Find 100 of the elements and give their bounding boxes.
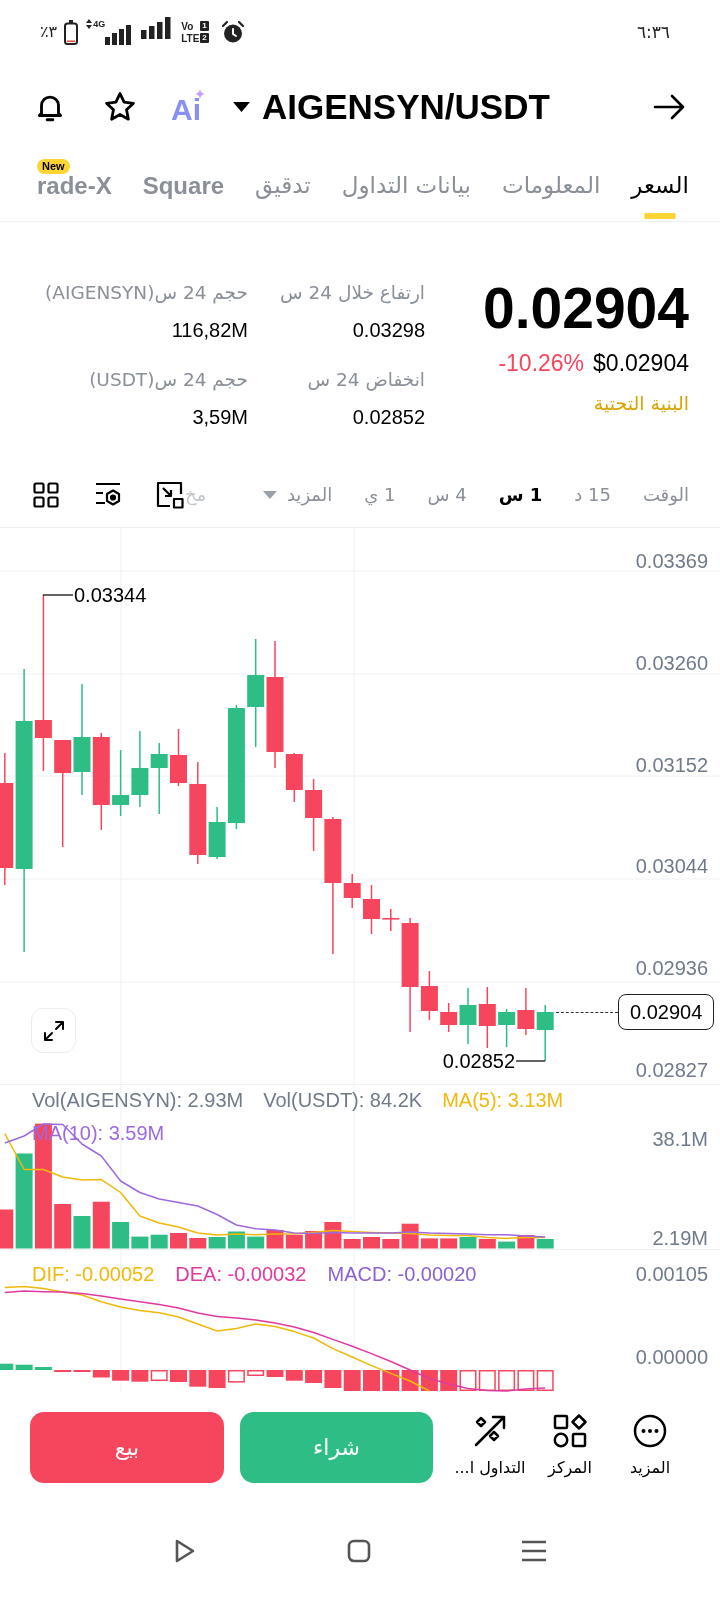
volume-bar [189, 1238, 207, 1249]
price-change: -10.26% [498, 349, 585, 377]
rounded-square-icon[interactable] [347, 1538, 371, 1564]
expand-button[interactable] [31, 1008, 76, 1053]
volume-bar [478, 1239, 496, 1249]
legend-label: MACD: -0.00020 [327, 1262, 477, 1286]
volume-bar [170, 1233, 187, 1249]
candle [363, 885, 380, 934]
volume-bar [285, 1234, 303, 1249]
volume-axis-label: 2.19M [652, 1225, 708, 1250]
stat-label: انخفاض 24 س [307, 368, 425, 392]
sim-slot-label: 2 [200, 33, 209, 43]
histogram-bar [305, 1370, 323, 1383]
histogram-bar [459, 1370, 477, 1391]
battery-icon [64, 19, 79, 45]
new-badge: New [37, 159, 70, 174]
star-icon[interactable] [103, 90, 137, 124]
stat-label: ارتفاع خلال 24 س [280, 281, 425, 305]
interval-tab[interactable]: 4 س [427, 482, 467, 507]
signal-icon [141, 16, 172, 39]
ai-assistant-button[interactable]: Ai [171, 89, 205, 125]
candle [170, 729, 187, 786]
stat-label: حجم 24 س(AIGENSYN) [45, 281, 248, 305]
arrow-square-icon[interactable] [156, 480, 184, 509]
usd-price: $0.02904 [593, 349, 689, 377]
low-price-label: 0.02852 [442, 1049, 515, 1073]
last-price-tag: 0.02904 [618, 994, 715, 1030]
price-axis-label: 0.03260 [635, 650, 708, 675]
legend-label: MA(5): 3.13M [442, 1088, 564, 1112]
volume-bar [459, 1237, 477, 1249]
tab[interactable]: New rade-X [37, 150, 112, 221]
buy-button[interactable]: شراء [240, 1412, 433, 1483]
trade-button[interactable]: التداول ا... [450, 1412, 530, 1480]
shapes-grid-icon [553, 1414, 587, 1448]
histogram-bar [382, 1370, 400, 1391]
histogram-bar [324, 1370, 342, 1388]
tab[interactable]: Square [142, 150, 225, 221]
volume-bar [440, 1238, 458, 1249]
candle [517, 988, 535, 1035]
grid-icon[interactable] [33, 481, 59, 508]
triangle-icon[interactable] [173, 1538, 197, 1564]
caret-icon [262, 490, 277, 499]
price-axis-label: 0.02936 [635, 956, 708, 981]
sparkle-icon [195, 89, 205, 99]
caret-icon[interactable] [233, 102, 250, 112]
tab[interactable]: المعلومات [502, 150, 601, 221]
stat-value: 3,59M [192, 405, 248, 429]
volume-bar [150, 1234, 168, 1249]
price-axis-label: 0.03044 [635, 854, 708, 879]
partially-hidden-tab[interactable]: مخ [185, 482, 207, 507]
volume-bar [536, 1239, 554, 1249]
legend-label: Vol(AIGENSYN): 2.93M [32, 1088, 244, 1112]
category-tag[interactable]: البنية التحتية [593, 391, 689, 415]
more-intervals-dropdown[interactable]: المزيد [262, 482, 333, 507]
macd-axis-label: 0.00000 [635, 1345, 708, 1369]
hub-button[interactable]: المركز [530, 1412, 610, 1480]
alarm-icon [220, 20, 245, 44]
percent-arrow-icon [473, 1414, 507, 1448]
interval-tab[interactable]: 15 د [574, 482, 611, 507]
battery-percent: ٣٪ [40, 22, 58, 42]
more-icon [633, 1414, 667, 1448]
settings-icon[interactable] [94, 481, 122, 508]
more-button[interactable]: المزيد [610, 1412, 690, 1480]
signal-icon [105, 25, 132, 45]
histogram-bar [440, 1370, 458, 1391]
tab[interactable]: بيانات التداول [341, 150, 471, 221]
interval-tab[interactable]: الوقت [642, 482, 689, 507]
data-arrows-icon [86, 19, 93, 29]
arrow-right-icon[interactable] [653, 94, 685, 120]
candle [478, 987, 496, 1048]
menu-icon[interactable] [521, 1538, 547, 1564]
interval-tab[interactable]: 1 ي [364, 482, 396, 507]
tab[interactable]: تدقيق [255, 150, 311, 221]
macd-axis-label: 0.00105 [635, 1262, 708, 1286]
stat-label: حجم 24 س(USDT) [89, 368, 248, 392]
candle [112, 750, 130, 816]
histogram-bar [517, 1370, 535, 1391]
sell-button[interactable]: بيع [30, 1412, 224, 1483]
histogram-bar [112, 1370, 130, 1381]
candle [498, 1009, 516, 1047]
leader-line [43, 594, 73, 596]
legend-label: DEA: -0.00032 [175, 1262, 307, 1286]
histogram-bar [343, 1370, 361, 1391]
network-type-label: 4G [93, 19, 106, 29]
leader-line [516, 1060, 546, 1062]
last-price: 0.02904 [482, 280, 689, 336]
tab-underline [644, 213, 676, 219]
volte-label: Vo [181, 20, 195, 32]
interval-tab[interactable]: 1 س [498, 482, 543, 507]
histogram-bar [536, 1370, 554, 1391]
volume-bar [363, 1237, 380, 1249]
histogram-bar [227, 1370, 245, 1383]
legend-label: Vol(USDT): 84.2K [263, 1088, 423, 1112]
tab[interactable]: السعر [631, 150, 689, 221]
candle [536, 1005, 554, 1061]
sim-slot-label: 1 [200, 21, 209, 31]
candle [150, 743, 168, 814]
histogram-bar [131, 1370, 149, 1382]
volume-bar [54, 1204, 72, 1249]
pair-title[interactable]: AIGENSYN/USDT [262, 86, 550, 128]
